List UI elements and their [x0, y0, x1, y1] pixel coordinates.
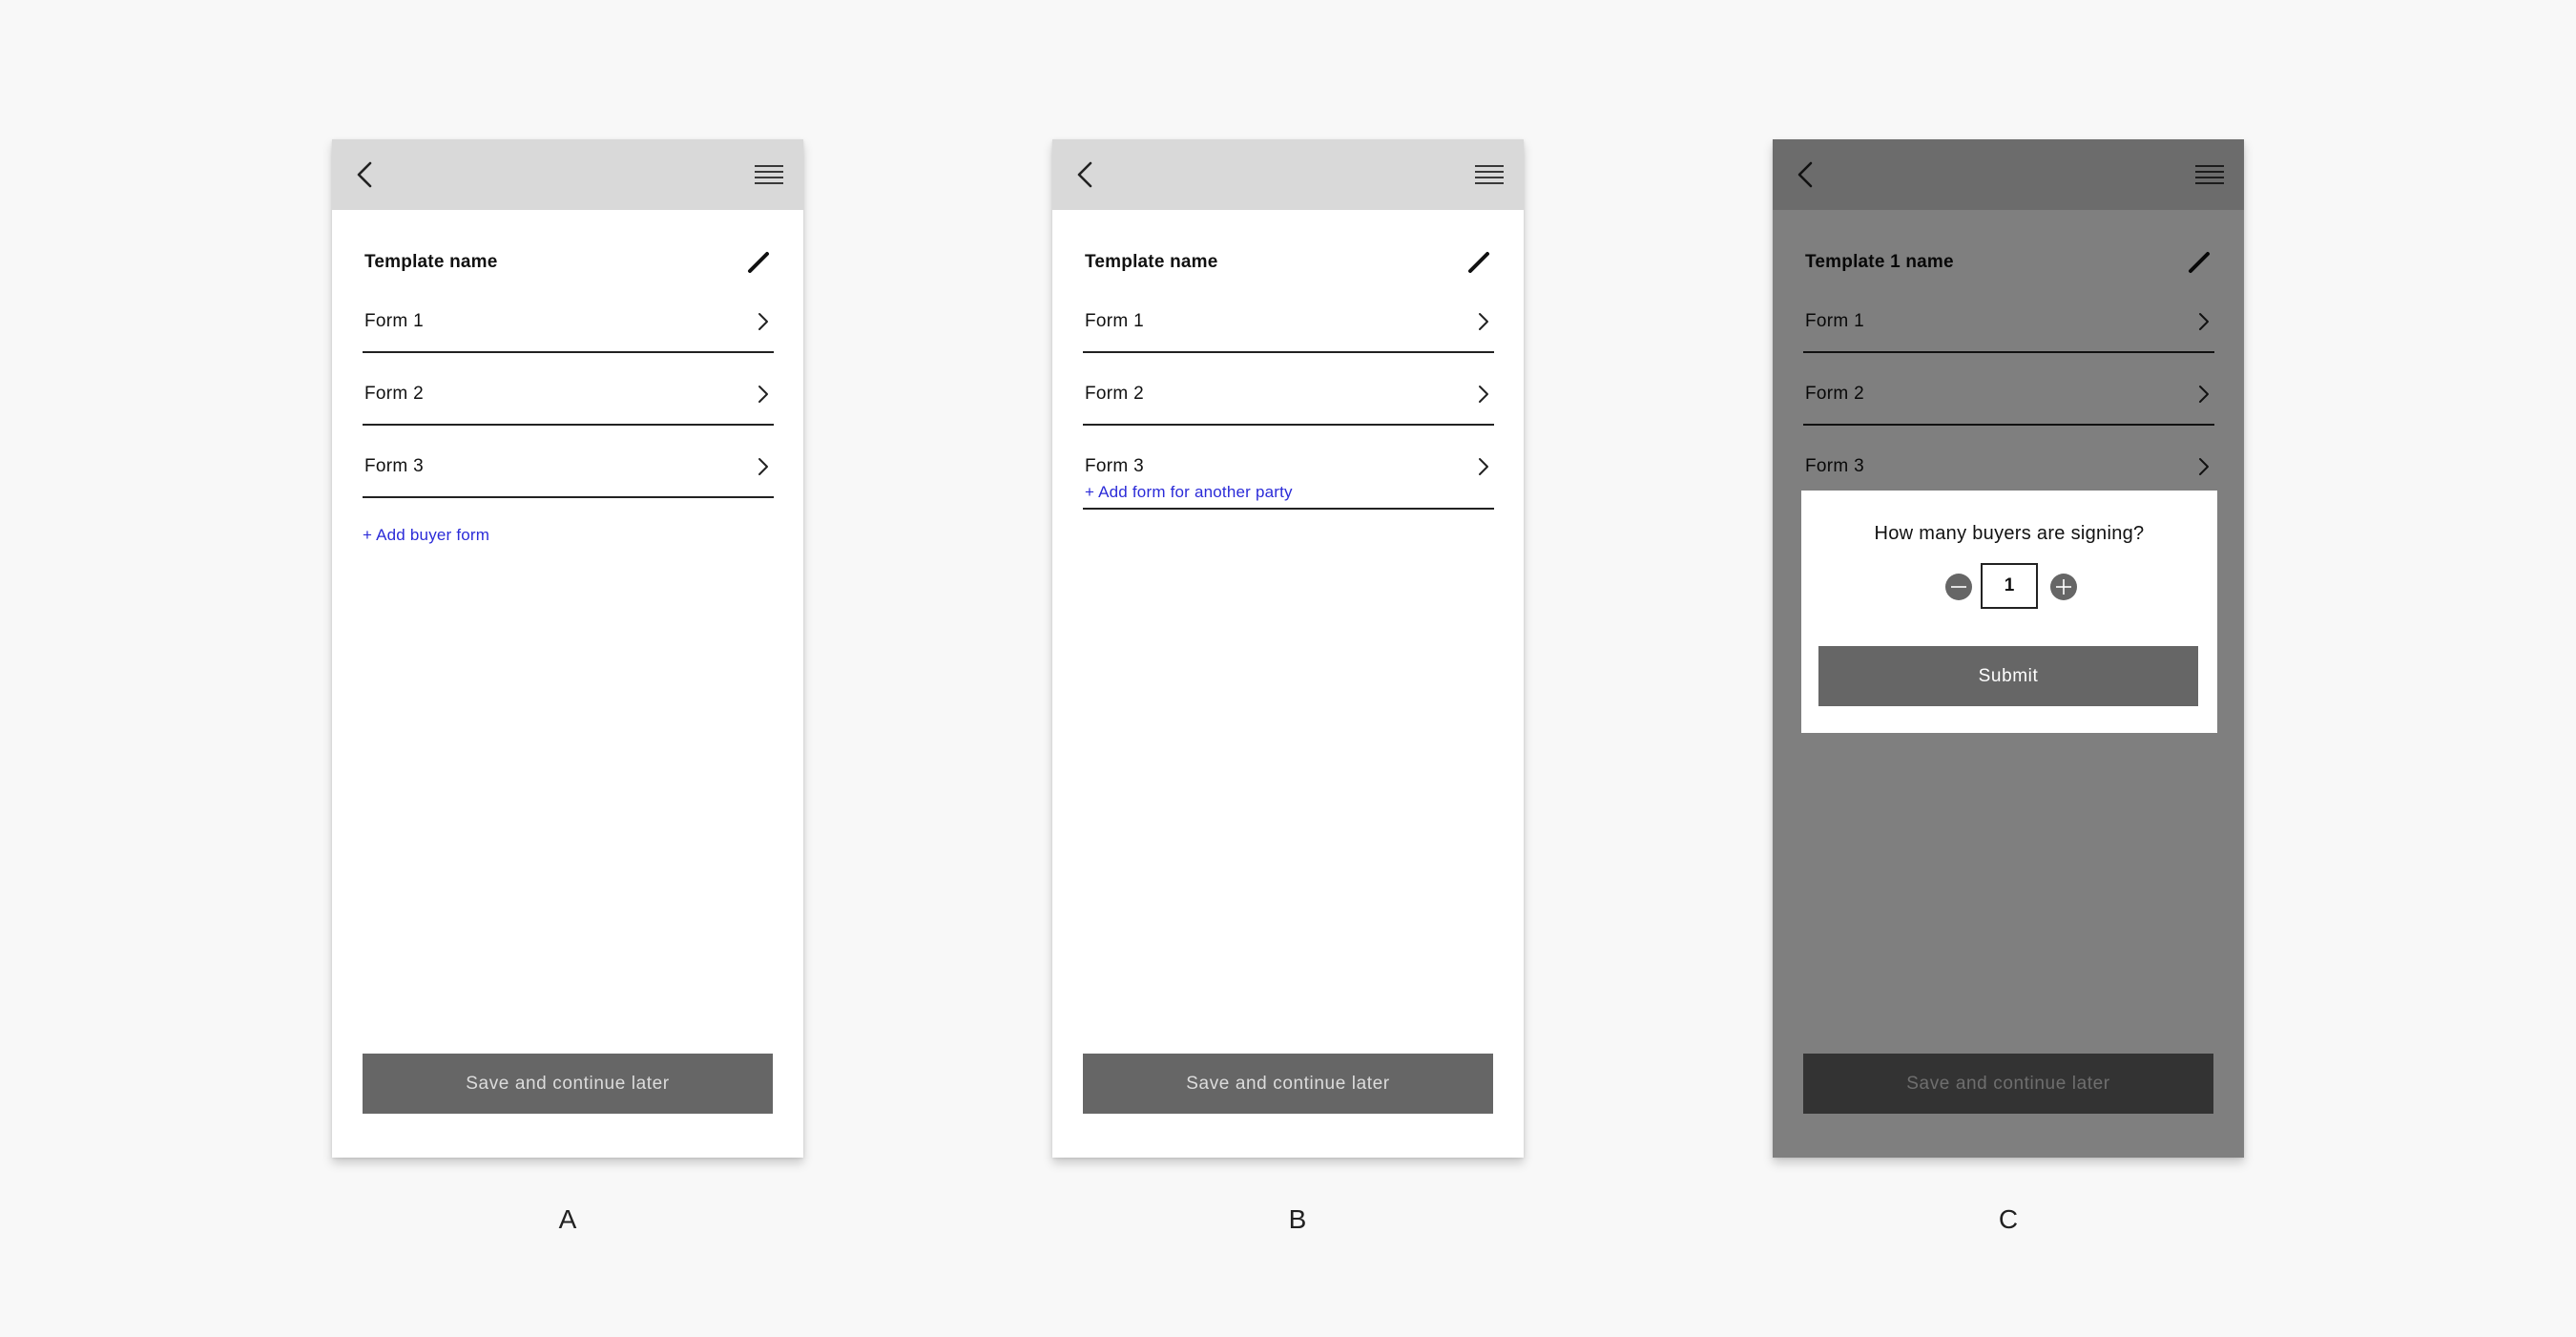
chevron-right-icon [1479, 458, 1488, 475]
form-row-label: Form 2 [1085, 384, 1144, 404]
pencil-icon[interactable] [744, 248, 773, 277]
hamburger-menu-icon[interactable] [1472, 157, 1506, 192]
form-row-2[interactable]: Form 2 [363, 363, 774, 426]
back-chevron-icon[interactable] [1070, 157, 1104, 192]
add-buyer-form-link[interactable]: + Add buyer form [363, 526, 489, 545]
caption-c: C [1998, 1204, 2019, 1234]
form-row-label: Form 1 [364, 311, 424, 331]
minus-circle-icon[interactable] [1944, 573, 1973, 601]
modal-question: How many buyers are signing? [1874, 523, 2145, 544]
template-title-row: Template name [364, 244, 773, 282]
chevron-right-icon [758, 386, 768, 403]
buyer-count-modal: How many buyers are signing? Submit [1801, 491, 2217, 733]
form-row-1[interactable]: Form 1 [1083, 290, 1494, 353]
template-title: Template name [364, 252, 498, 272]
top-bar [332, 139, 803, 210]
form-row-label: Form 1 [1085, 311, 1144, 331]
pencil-icon[interactable] [1465, 248, 1493, 277]
form-row-label: Form 3 [1085, 456, 1144, 476]
template-title-row: Template name [1085, 244, 1493, 282]
hamburger-menu-icon[interactable] [752, 157, 786, 192]
back-chevron-icon[interactable] [349, 157, 384, 192]
plus-circle-icon[interactable] [2049, 573, 2078, 601]
caption-b: B [1288, 1204, 1307, 1234]
form-row-1[interactable]: Form 1 [363, 290, 774, 353]
caption-a: A [558, 1204, 577, 1234]
top-bar [1052, 139, 1524, 210]
screen-b: Template name Form 1 Form 2 Form 3 + Add… [1052, 139, 1524, 1158]
save-and-continue-later-button[interactable]: Save and continue later [1083, 1054, 1493, 1114]
form-row-3[interactable]: Form 3 + Add form for another party [1083, 435, 1494, 510]
form-row-label: Form 2 [364, 384, 424, 404]
submit-button[interactable]: Submit [1818, 646, 2198, 706]
save-and-continue-later-button[interactable]: Save and continue later [363, 1054, 773, 1114]
quantity-input[interactable] [1981, 563, 2038, 609]
form-row-2[interactable]: Form 2 [1083, 363, 1494, 426]
add-form-for-another-party-link[interactable]: + Add form for another party [1085, 483, 1293, 502]
form-row-label: Form 3 [364, 456, 424, 476]
page: Template name Form 1 Form 2 Form 3 + Add… [0, 0, 2576, 1337]
form-row-3[interactable]: Form 3 [363, 435, 774, 498]
chevron-right-icon [758, 313, 768, 330]
screen-a: Template name Form 1 Form 2 Form 3 + Add… [332, 139, 803, 1158]
chevron-right-icon [758, 458, 768, 475]
template-title: Template name [1085, 252, 1218, 272]
quantity-stepper [1944, 563, 2078, 613]
screen-c: Template 1 name Form 1 Form 2 Form 3 Sav… [1773, 139, 2244, 1158]
chevron-right-icon [1479, 386, 1488, 403]
chevron-right-icon [1479, 313, 1488, 330]
